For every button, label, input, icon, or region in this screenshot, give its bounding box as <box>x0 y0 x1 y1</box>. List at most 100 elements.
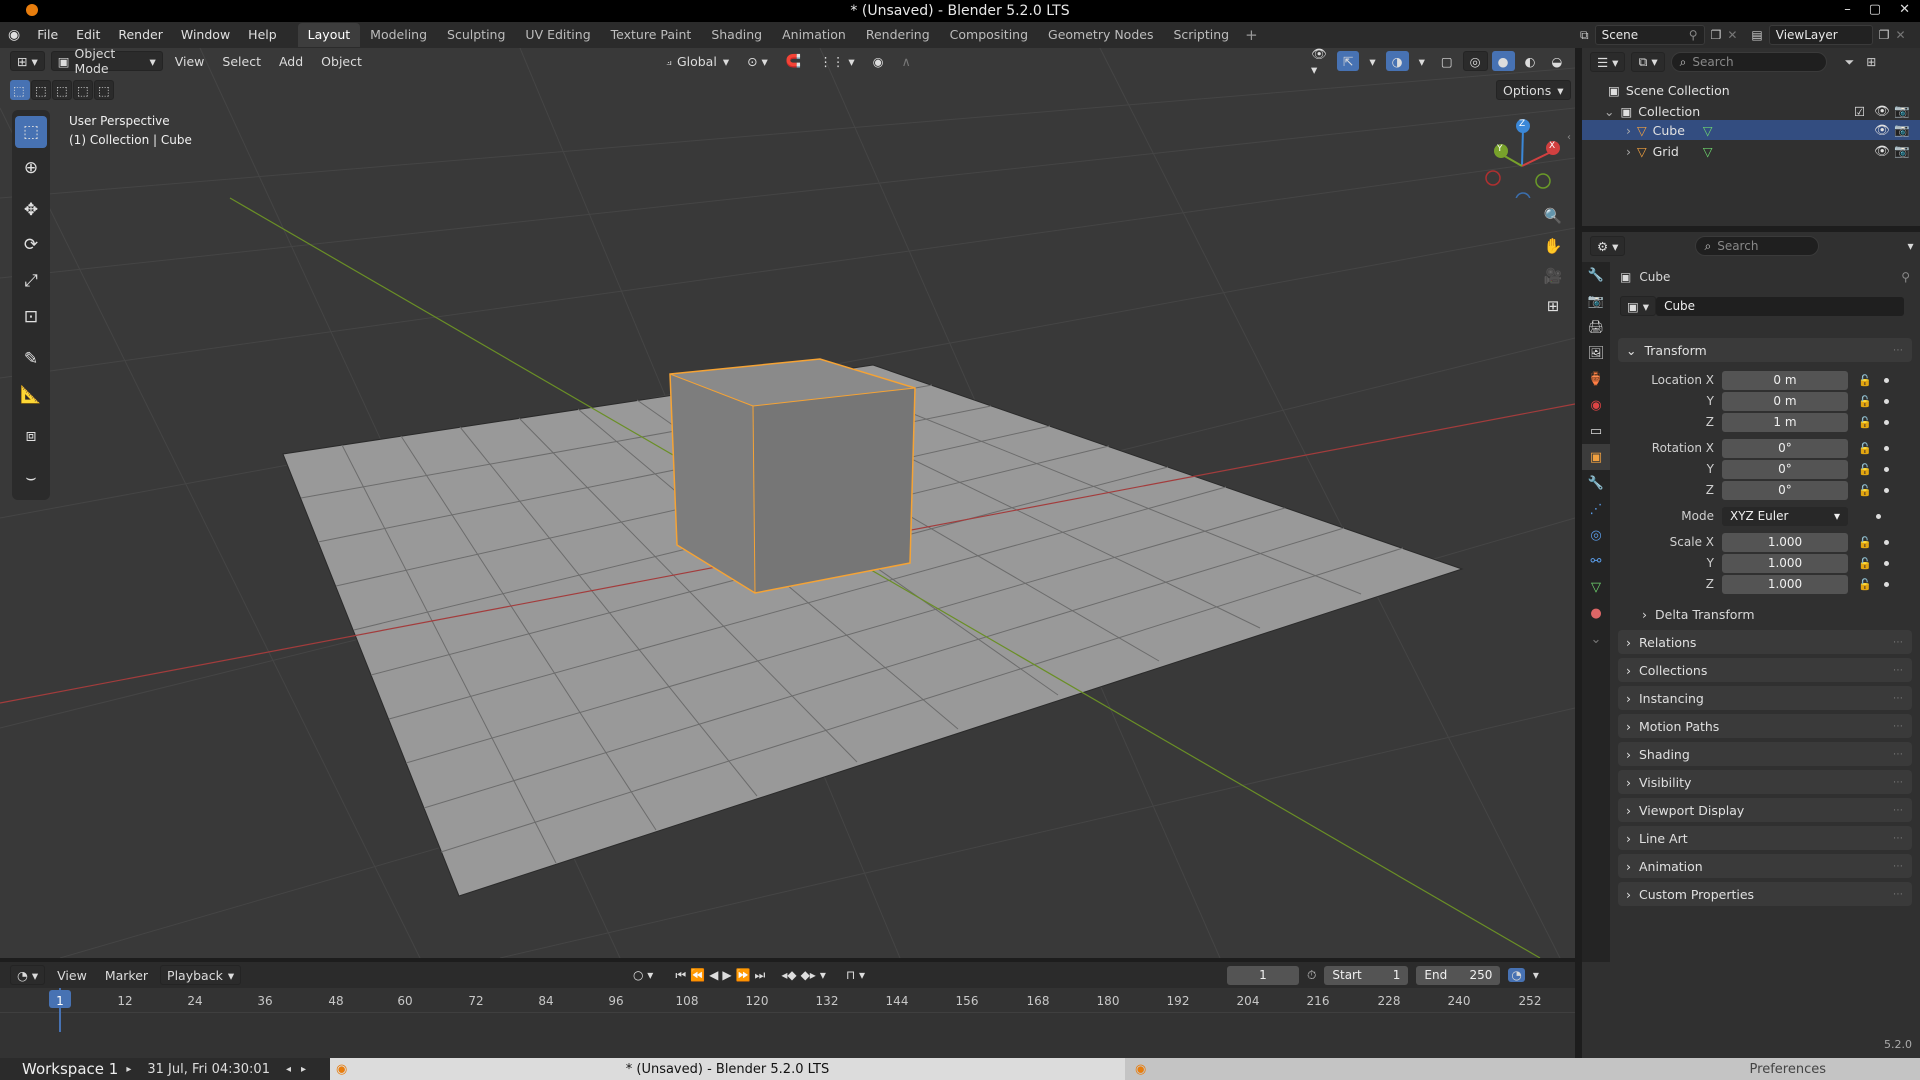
world-tab-icon[interactable]: ◉ <box>1582 392 1610 418</box>
taskbar-preferences-window[interactable]: ◉ Preferences <box>1125 1058 1920 1080</box>
lock-icon[interactable]: 🔓 <box>1858 557 1872 570</box>
keyframe-dot-icon[interactable] <box>1876 513 1881 519</box>
menu-help[interactable]: Help <box>239 22 286 48</box>
minimize-icon[interactable]: – <box>1844 2 1851 17</box>
start-frame-field[interactable]: Start 1 <box>1324 965 1409 985</box>
constraints-tab-icon[interactable]: ⚯ <box>1582 548 1610 574</box>
mode-dropdown[interactable]: ▣ Object Mode ▾ <box>50 48 163 76</box>
keyframe-dot-icon[interactable] <box>1883 560 1889 566</box>
tab-rendering[interactable]: Rendering <box>856 23 940 47</box>
location-y-field[interactable]: 0 m <box>1722 391 1848 411</box>
menu-edit[interactable]: Edit <box>67 22 109 48</box>
lock-icon[interactable]: 🔓 <box>1858 416 1872 429</box>
panel-motion-paths[interactable]: › Motion Paths ⋯ <box>1618 714 1912 738</box>
render-camera-icon[interactable]: 📷 <box>1894 122 1910 138</box>
play-icon[interactable]: ▶ <box>722 968 731 982</box>
select-intersect-icon[interactable]: ⬚ <box>94 80 114 100</box>
jump-end-icon[interactable]: ⏭ <box>755 968 766 983</box>
frame-rate-icon[interactable]: ⏱ <box>1307 968 1316 983</box>
shading-rendered-icon[interactable]: ◒ <box>1545 51 1568 71</box>
keying-set-icon[interactable]: ⊓ ▾ <box>846 968 865 982</box>
lock-icon[interactable]: 🔓 <box>1858 536 1872 549</box>
blender-menu-icon[interactable]: ◉ <box>8 27 20 43</box>
workspace-next-icon[interactable]: ▸ <box>126 1064 131 1075</box>
keyframe-dot-icon[interactable] <box>1883 445 1889 451</box>
tab-geometry-nodes[interactable]: Geometry Nodes <box>1038 23 1163 47</box>
pin-icon[interactable]: ⚲ <box>1689 28 1698 42</box>
editor-type-button[interactable]: ⊞ ▾ <box>10 51 45 71</box>
ortho-toggle-icon[interactable]: ⊞ <box>1540 293 1566 319</box>
keyframe-dot-icon[interactable] <box>1883 466 1889 472</box>
lock-icon[interactable]: 🔓 <box>1858 578 1872 591</box>
exclude-checkbox[interactable]: ☑ <box>1854 104 1865 119</box>
display-mode-button[interactable]: ⧉ ▾ <box>1631 52 1665 72</box>
lock-icon[interactable]: 🔓 <box>1858 463 1872 476</box>
jump-start-icon[interactable]: ⏮ <box>675 968 686 983</box>
xray-icon[interactable]: ▢ <box>1435 51 1459 71</box>
object-browse-button[interactable]: ▣ ▾ <box>1620 296 1657 316</box>
output-tab-icon[interactable]: 🖨 <box>1582 314 1610 340</box>
visibility-eye-icon[interactable]: 👁 <box>1874 122 1890 138</box>
pin-icon[interactable]: ⚲ <box>1901 270 1910 284</box>
location-z-field[interactable]: 1 m <box>1722 412 1848 432</box>
chevron-down-icon[interactable]: ▾ <box>1907 239 1913 253</box>
visibility-icon[interactable]: 👁 ▾ <box>1305 48 1333 77</box>
visibility-eye-icon[interactable]: 👁 <box>1874 143 1890 159</box>
pan-hand-icon[interactable]: ✋ <box>1540 233 1566 259</box>
falloff-icon[interactable]: ∧ <box>896 51 917 71</box>
play-reverse-icon[interactable]: ◀ <box>709 968 718 982</box>
overlay-toggle-icon[interactable]: ◑ <box>1385 51 1409 71</box>
menu-window[interactable]: Window <box>172 22 239 48</box>
orientation-dropdown[interactable]: ⟓ Global ▾ <box>660 51 735 71</box>
keyframe-prev-icon[interactable]: ◂◆ <box>781 968 796 982</box>
lock-icon[interactable]: 🔓 <box>1858 374 1872 387</box>
expand-chevron-icon[interactable]: ⌄ <box>1604 104 1614 119</box>
select-extend-icon[interactable]: ⬚ <box>31 80 51 100</box>
timeline-ruler[interactable]: 1 12 24 36 48 60 72 84 96 108 120 132 14… <box>0 988 1575 1058</box>
timeline-editor[interactable]: ◔ ▾ View Marker Playback ▾ ○ ▾ ⏮ ⏪ ◀ ▶ ⏩… <box>0 962 1575 1058</box>
gizmo-options-icon[interactable]: ▾ <box>1363 51 1381 71</box>
lock-icon[interactable]: 🔓 <box>1858 484 1872 497</box>
keyframe-next-icon[interactable]: ◆▸ <box>801 968 816 982</box>
panel-relations[interactable]: › Relations ⋯ <box>1618 630 1912 654</box>
rotation-mode-dropdown[interactable]: XYZ Euler ▾ <box>1722 506 1848 526</box>
rotate-tool-icon[interactable]: ⟳ <box>15 229 47 261</box>
keyframe-dot-icon[interactable] <box>1883 398 1889 404</box>
view-layer-selector[interactable]: ViewLayer <box>1768 25 1873 45</box>
drag-grip-icon[interactable]: ⋯ <box>1893 889 1904 900</box>
remove-view-layer-icon[interactable]: ✕ <box>1896 28 1906 42</box>
tool-tab-icon[interactable]: 🔧 <box>1582 262 1610 288</box>
panel-collections[interactable]: › Collections ⋯ <box>1618 658 1912 682</box>
workspace-label[interactable]: Workspace 1 <box>22 1060 118 1078</box>
keyframe-dot-icon[interactable] <box>1883 377 1889 383</box>
cursor-tool-icon[interactable]: ⊕ <box>15 152 47 184</box>
data-tab-icon[interactable]: ▽ <box>1582 574 1610 600</box>
keyframe-dot-icon[interactable] <box>1883 487 1889 493</box>
keyframe-dot-icon[interactable] <box>1883 539 1889 545</box>
tab-uv-editing[interactable]: UV Editing <box>515 23 600 47</box>
pivot-icon[interactable]: ⊙ ▾ <box>741 51 774 71</box>
zoom-icon[interactable]: 🔍 <box>1540 203 1566 229</box>
modifier-tab-icon[interactable]: 🔧 <box>1582 470 1610 496</box>
menu-view[interactable]: View <box>169 51 211 71</box>
chevron-down-icon[interactable]: ▾ <box>1533 968 1539 982</box>
menu-render[interactable]: Render <box>109 22 172 48</box>
add-workspace-icon[interactable]: + <box>1245 26 1258 44</box>
end-frame-field[interactable]: End 250 <box>1416 965 1501 985</box>
new-scene-icon[interactable]: ❐ <box>1711 28 1722 42</box>
transform-tool-icon[interactable]: ⊡ <box>15 301 47 333</box>
outliner-collection[interactable]: ⌄ ▣ Collection ☑ 👁 📷 <box>1582 101 1920 121</box>
timeline-menu-playback[interactable]: Playback ▾ <box>160 965 242 985</box>
menu-add[interactable]: Add <box>273 51 309 71</box>
render-camera-icon[interactable]: 📷 <box>1894 103 1910 119</box>
menu-file[interactable]: File <box>28 22 67 48</box>
render-tab-icon[interactable]: 📷 <box>1582 288 1610 314</box>
panel-animation[interactable]: › Animation ⋯ <box>1618 854 1912 878</box>
drag-grip-icon[interactable]: ⋯ <box>1893 805 1904 816</box>
properties-panel[interactable]: ⚙ ▾ ⌕ Search ▾ 🔧 📷 🖨 🖼 🏺 ◉ ▭ ▣ 🔧 ⋰ ◎ ⚯ ▽… <box>1582 232 1920 1058</box>
rotation-y-field[interactable]: 0° <box>1722 459 1848 479</box>
expand-chevron-icon[interactable]: › <box>1626 144 1631 159</box>
sidebar-toggle-icon[interactable]: ‹ <box>1567 132 1571 143</box>
keyframe-options-icon[interactable]: ▾ <box>820 968 826 982</box>
add-cube-tool-icon[interactable]: ⧈ <box>15 420 47 452</box>
